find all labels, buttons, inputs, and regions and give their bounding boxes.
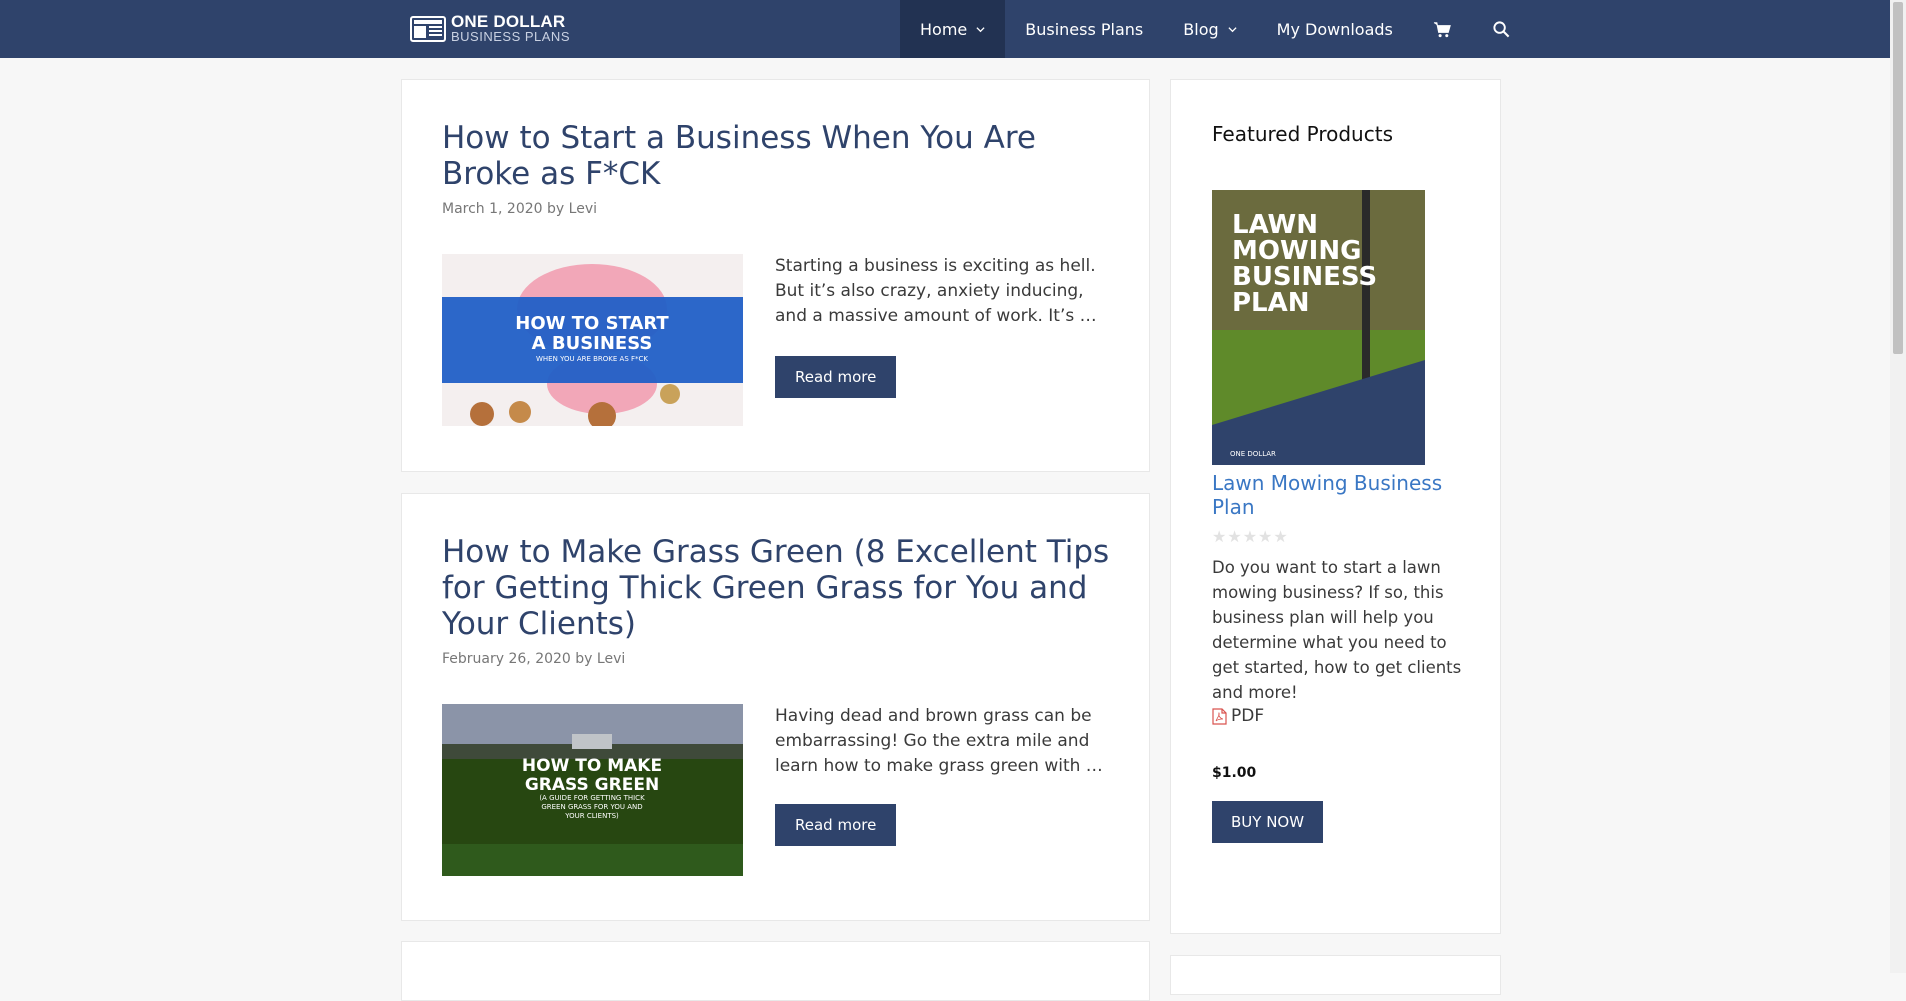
rating-stars: ★★★★★: [1212, 527, 1289, 546]
main-nav: Home Business Plans Blog My Downloads: [900, 0, 1531, 58]
post-card: How to Start a Business When You Are Bro…: [401, 79, 1150, 472]
cover-line4: PLAN: [1232, 288, 1310, 318]
nav-my-downloads[interactable]: My Downloads: [1257, 0, 1413, 58]
post-excerpt: Starting a business is exciting as hell.…: [775, 256, 1097, 326]
thumb-line3: (A GUIDE FOR GETTING THICK: [539, 794, 645, 802]
nav-blog-label: Blog: [1183, 19, 1219, 39]
post-by: by: [547, 201, 565, 217]
nav-cart[interactable]: [1413, 0, 1472, 58]
post-by: by: [575, 651, 593, 667]
nav-home-label: Home: [920, 19, 968, 39]
post-title-link[interactable]: How to Make Grass Green (8 Excellent Tip…: [442, 534, 1122, 642]
read-more-button[interactable]: Read more: [775, 356, 897, 398]
page-scrollbar[interactable]: [1890, 0, 1906, 973]
search-icon: [1493, 20, 1510, 37]
sidebar-widget: [1170, 955, 1501, 995]
post-author[interactable]: Levi: [597, 651, 625, 667]
product-description: Do you want to start a lawn mowing busin…: [1212, 558, 1462, 702]
thumb-line2: GRASS GREEN: [525, 775, 659, 795]
logo-line1: ONE DOLLAR: [451, 12, 566, 31]
thumb-line1: HOW TO MAKE: [522, 756, 662, 776]
cover-brand: ONE DOLLAR: [1230, 450, 1276, 458]
logo-line2: BUSINESS PLANS: [451, 29, 570, 44]
post-meta: February 26, 2020 by Levi: [442, 651, 625, 667]
pdf-file-icon: [1212, 707, 1227, 725]
product-format: PDF: [1212, 706, 1264, 726]
sidebar-widget: Featured Products LAWN MOWING BUSINESS P…: [1170, 79, 1501, 934]
thumb-line4: GREEN GRASS FOR YOU AND: [541, 803, 642, 811]
nav-home[interactable]: Home: [900, 0, 1006, 58]
piggy-bank-image: HOW TO START A BUSINESS WHEN YOU ARE BRO…: [442, 254, 743, 426]
post-date[interactable]: February 26, 2020: [442, 651, 571, 667]
thumb-line5: YOUR CLIENTS): [564, 812, 619, 820]
newspaper-logo-icon: [410, 16, 446, 42]
post-meta: March 1, 2020 by Levi: [442, 201, 597, 217]
product-format-label: PDF: [1231, 706, 1265, 726]
site-logo[interactable]: ONE DOLLAR BUSINESS PLANS: [410, 12, 570, 44]
post-author[interactable]: Levi: [569, 201, 597, 217]
buy-now-button[interactable]: BUY NOW: [1212, 801, 1324, 843]
thumb-line2: A BUSINESS: [532, 333, 653, 354]
post-card: How to Make Grass Green (8 Excellent Tip…: [401, 493, 1150, 921]
post-thumbnail[interactable]: HOW TO MAKE GRASS GREEN (A GUIDE FOR GET…: [442, 704, 743, 876]
nav-my-downloads-label: My Downloads: [1276, 19, 1393, 39]
thumb-line3: WHEN YOU ARE BROKE AS F*CK: [536, 355, 648, 363]
product-cover-image[interactable]: LAWN MOWING BUSINESS PLAN ONE DOLLAR: [1212, 190, 1425, 465]
nav-business-plans-label: Business Plans: [1025, 19, 1144, 39]
chevron-down-icon: [976, 26, 985, 32]
post-thumbnail[interactable]: HOW TO START A BUSINESS WHEN YOU ARE BRO…: [442, 254, 743, 426]
post-excerpt: Having dead and brown grass can be embar…: [775, 706, 1103, 776]
cart-icon: [1433, 21, 1451, 37]
nav-business-plans[interactable]: Business Plans: [1005, 0, 1163, 58]
site-header: ONE DOLLAR BUSINESS PLANS Home Business …: [0, 0, 1906, 58]
chevron-down-icon: [1228, 26, 1237, 32]
scrollbar-thumb[interactable]: [1893, 2, 1903, 354]
thumb-line1: HOW TO START: [515, 313, 669, 334]
post-date[interactable]: March 1, 2020: [442, 201, 543, 217]
post-card: [401, 941, 1150, 1001]
nav-search[interactable]: [1472, 0, 1531, 58]
widget-title: Featured Products: [1212, 122, 1393, 146]
product-name-link[interactable]: Lawn Mowing Business Plan: [1212, 471, 1452, 519]
post-title-link[interactable]: How to Start a Business When You Are Bro…: [442, 120, 1122, 192]
product-price: $1.00: [1212, 765, 1257, 781]
green-lawn-image: HOW TO MAKE GRASS GREEN (A GUIDE FOR GET…: [442, 704, 743, 876]
nav-blog[interactable]: Blog: [1163, 0, 1256, 58]
read-more-button[interactable]: Read more: [775, 804, 897, 846]
